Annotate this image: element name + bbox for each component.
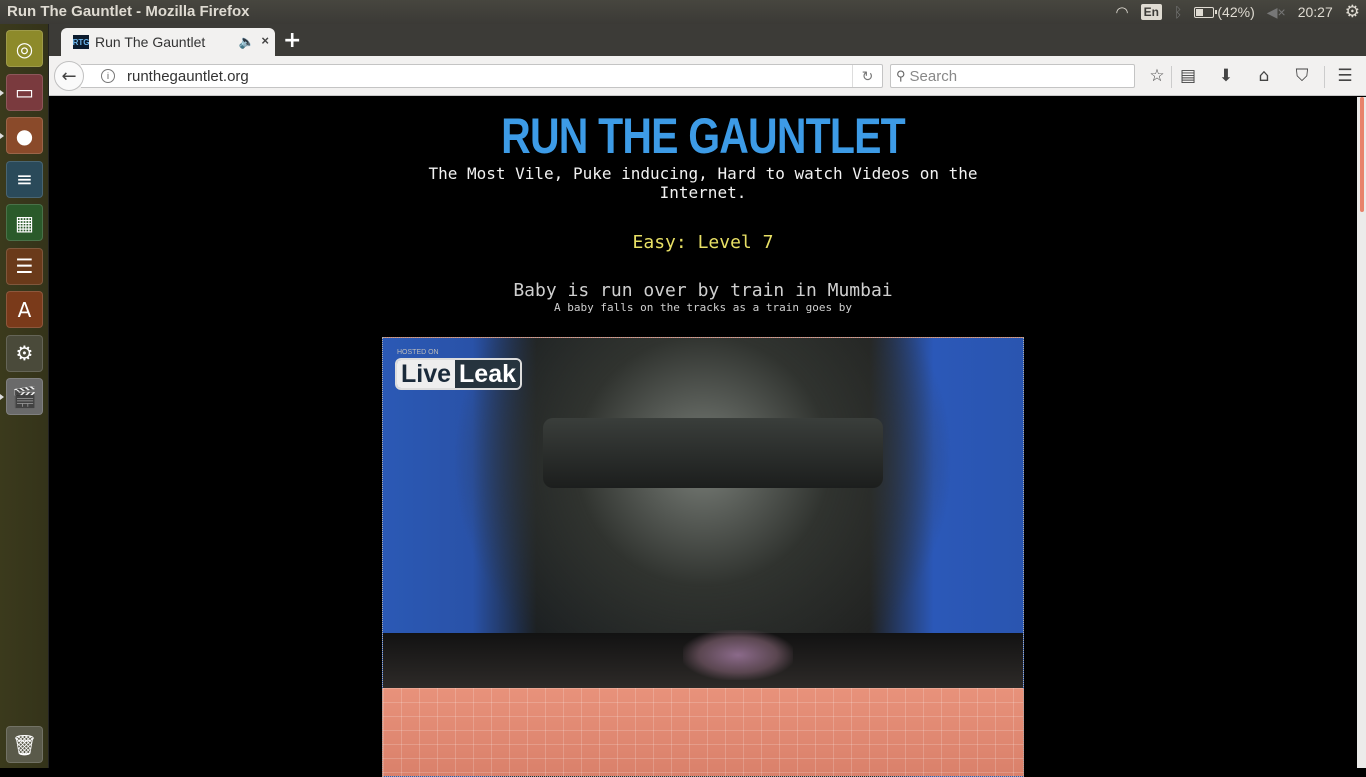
calc-sheet-icon[interactable]: ▦ [6, 204, 43, 241]
new-tab-button[interactable]: + [283, 28, 301, 53]
close-tab-icon[interactable]: × [261, 33, 269, 48]
watermark-hosted-on: HOSTED ON [397, 349, 439, 356]
liveleak-watermark: Live Leak [395, 358, 523, 390]
battery-icon [1194, 6, 1218, 18]
impress-slides-icon[interactable]: ☰ [6, 247, 43, 285]
window-title: Run The Gauntlet - Mozilla Firefox [7, 3, 250, 20]
battery-indicator[interactable]: (42%) [1194, 4, 1255, 20]
video-player[interactable]: HOSTED ON Live Leak [382, 337, 1024, 777]
tagline-text: The Most Vile, Puke inducing, Hard to wa… [428, 164, 978, 202]
tab-title: Run The Gauntlet [95, 34, 206, 50]
running-indicator [0, 394, 4, 400]
os-top-panel: Run The Gauntlet - Mozilla Firefox ◠ En … [0, 0, 1366, 24]
page-scrollbar[interactable] [1357, 97, 1366, 768]
running-indicator [0, 133, 4, 139]
video-title: Baby is run over by train in Mumbai [513, 280, 893, 301]
speaker-icon[interactable]: 🔈 [239, 34, 255, 50]
keyboard-icon[interactable]: En [1140, 4, 1162, 20]
url-bar[interactable]: i runthegauntlet.org ↻ [81, 64, 883, 88]
download-icon[interactable]: ⬇ [1215, 65, 1237, 87]
trash-icon[interactable]: 🗑 [6, 726, 43, 763]
running-indicator [0, 89, 4, 96]
search-placeholder: Search [909, 67, 958, 85]
battery-fill [1196, 8, 1204, 16]
tab-strip: RTG Run The Gauntlet 🔈 × + [49, 24, 1366, 56]
tab-run-the-gauntlet[interactable]: RTG Run The Gauntlet 🔈 × [61, 28, 275, 56]
video-description: A baby falls on the tracks as a train go… [553, 301, 852, 314]
software-center-icon[interactable]: A [6, 291, 43, 328]
video-frame-figure [683, 630, 793, 680]
scrollbar-thumb[interactable] [1360, 97, 1364, 212]
search-icon: ⚲ [896, 68, 906, 83]
site-info-icon[interactable]: i [101, 69, 115, 83]
video-frame-train-axle [543, 418, 883, 488]
indicator-area: ◠ En ᛒ (42%) ◀× 20:27 ⚙ [1116, 0, 1366, 24]
site-logo[interactable]: RUN THE GAUNTLET [167, 109, 1240, 163]
url-text[interactable]: runthegauntlet.org [127, 68, 249, 85]
bluetooth-icon[interactable]: ᛒ [1174, 4, 1182, 20]
video-frame-platform [383, 688, 1023, 776]
site-favicon: RTG [73, 35, 89, 49]
file-cabinet-icon[interactable]: ▭ [6, 73, 43, 111]
toolbar-separator [1324, 66, 1325, 88]
page-content: RUN THE GAUNTLET The Most Vile, Puke ind… [49, 97, 1357, 777]
writer-doc-icon[interactable]: ≡ [6, 160, 43, 198]
reading-list-icon[interactable]: ▤ [1177, 65, 1199, 87]
search-input[interactable]: ⚲ Search [890, 64, 1135, 88]
back-button[interactable]: ← [54, 61, 84, 91]
bookmark-star-icon[interactable]: ☆ [1146, 65, 1168, 87]
power-gear-icon[interactable]: ⚙ [1345, 2, 1360, 22]
settings-wrench-icon[interactable]: ⚙ [6, 334, 43, 372]
firefox-icon[interactable]: ● [6, 117, 43, 154]
watermark-live: Live [397, 360, 456, 388]
home-icon[interactable]: ⌂ [1253, 65, 1275, 87]
site-tagline: The Most Vile, Puke inducing, Hard to wa… [49, 164, 1357, 202]
level-label: Easy: Level 7 [632, 232, 774, 253]
volume-muted-icon[interactable]: ◀× [1267, 4, 1286, 21]
battery-label: (42%) [1217, 4, 1255, 20]
menu-hamburger-icon[interactable]: ☰ [1334, 65, 1356, 87]
clapperboard-icon[interactable]: 🎬 [6, 378, 43, 415]
ubuntu-logo-icon[interactable]: ◎ [6, 30, 43, 67]
clock[interactable]: 20:27 [1298, 4, 1333, 20]
wifi-icon[interactable]: ◠ [1116, 3, 1129, 21]
reload-icon[interactable]: ↻ [852, 65, 882, 87]
navigation-toolbar: i runthegauntlet.org ↻ ← ⚲ Search ☆ ▤ ⬇ … [49, 56, 1366, 96]
toolbar-separator [1171, 66, 1172, 88]
pocket-icon[interactable]: ⛉ [1291, 65, 1313, 87]
watermark-leak: Leak [455, 360, 521, 388]
unity-launcher: ◎ ▭ ● ≡ ▦ ☰ A ⚙ 🎬 🗑 [0, 24, 49, 768]
